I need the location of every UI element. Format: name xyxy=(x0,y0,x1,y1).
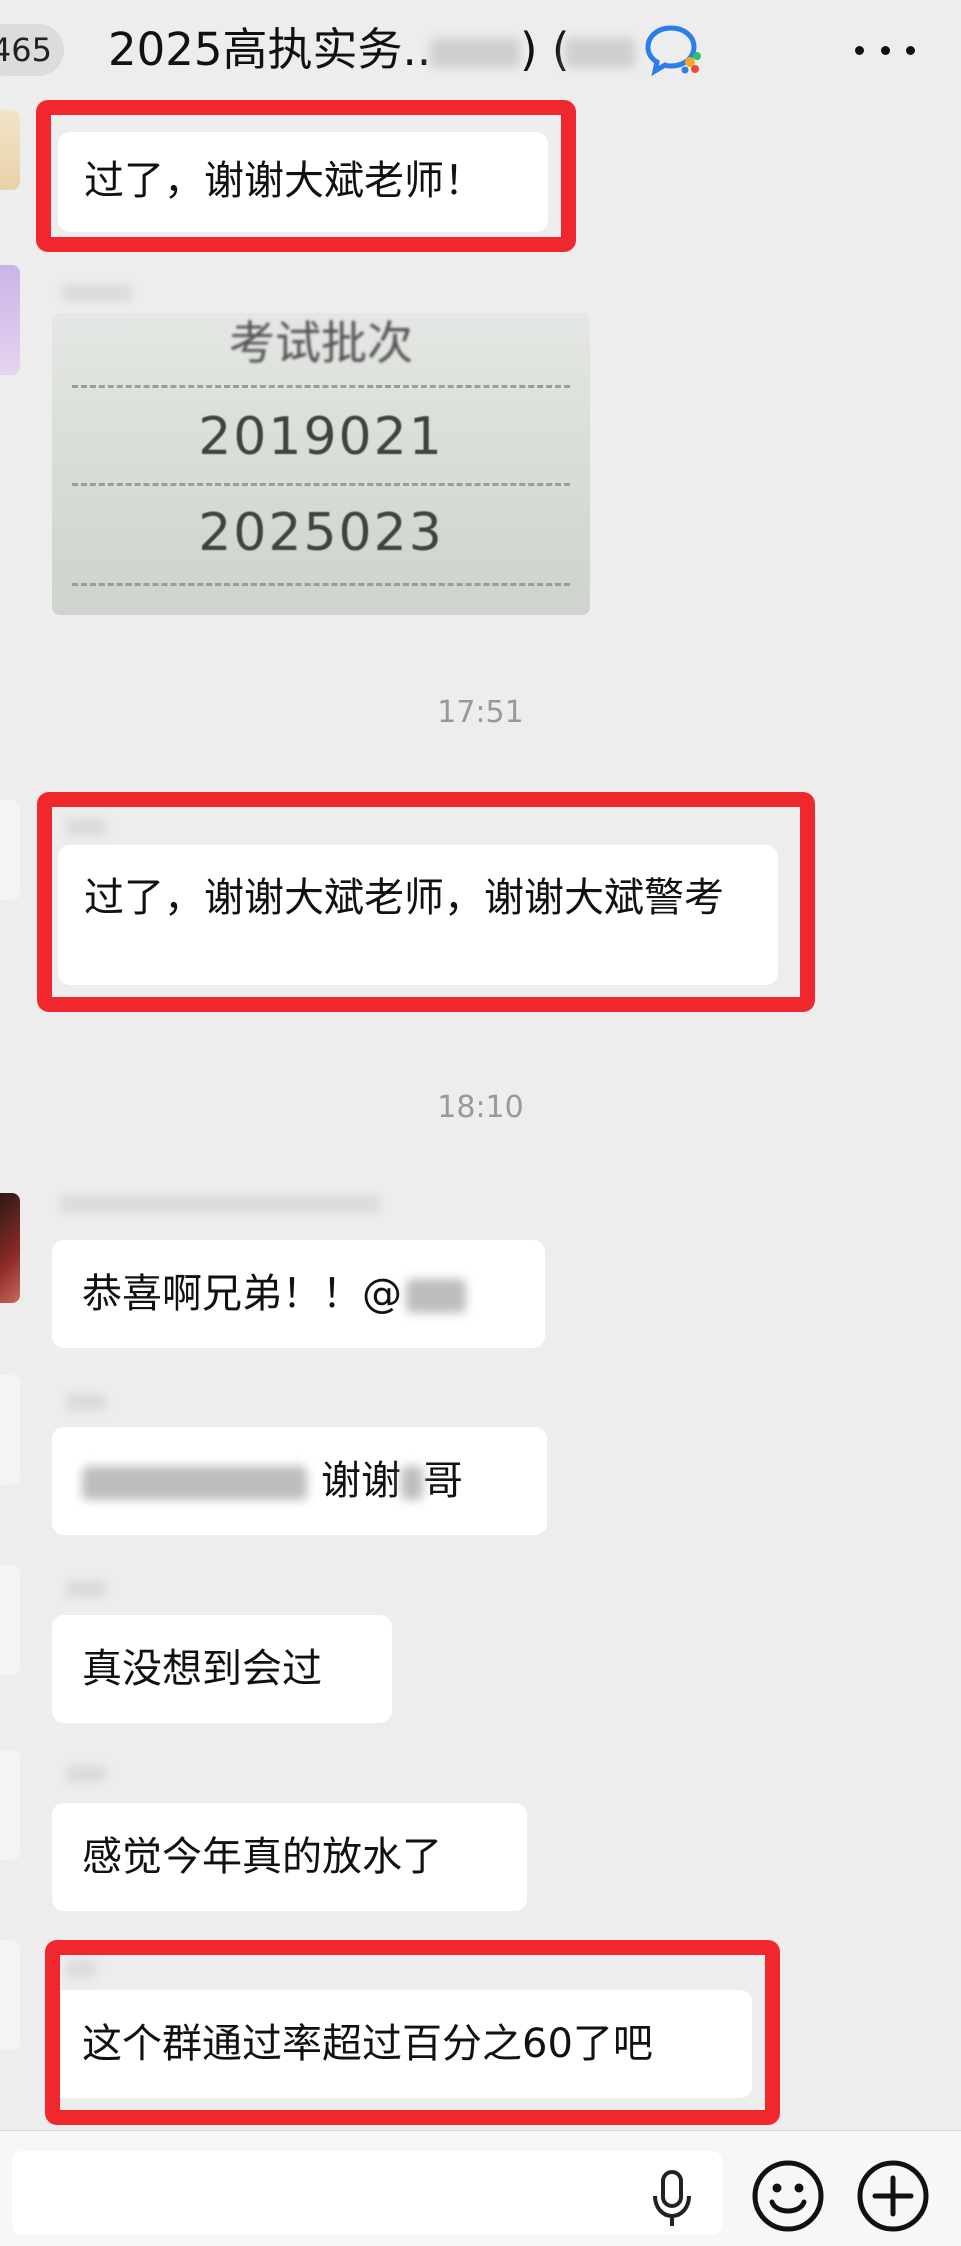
title-redacted-2 xyxy=(565,38,635,68)
sender-name xyxy=(66,1765,106,1783)
plus-circle-icon[interactable] xyxy=(855,2158,931,2234)
dashed-divider xyxy=(72,385,570,388)
image-header: 考试批次 xyxy=(229,316,413,370)
exam-batch-image[interactable]: 考试批次 2019021 2025023 xyxy=(52,313,590,615)
avatar[interactable] xyxy=(0,110,20,190)
message-text: 感觉今年真的放水了 xyxy=(82,1834,442,1880)
chat-title-tail: ) ( xyxy=(520,23,570,76)
timestamp: 18:10 xyxy=(437,1090,524,1125)
avatar[interactable] xyxy=(0,1375,20,1485)
avatar[interactable] xyxy=(0,1940,20,2050)
message-bubble: 感觉今年真的放水了 xyxy=(52,1803,527,1911)
title-redacted xyxy=(430,38,520,68)
avatar[interactable] xyxy=(0,800,20,900)
highlight-box xyxy=(36,100,576,252)
avatar[interactable] xyxy=(0,265,20,375)
message-bubble: 谢谢哥 xyxy=(52,1427,547,1535)
back-unread-badge[interactable]: 465 xyxy=(0,24,64,76)
mention-redacted xyxy=(406,1279,466,1313)
message-bubble: 真没想到会过 xyxy=(52,1615,392,1723)
name-redacted xyxy=(401,1466,423,1500)
chat-header: 465 2025高执实务.. ) ( xyxy=(0,0,961,110)
avatar[interactable] xyxy=(0,1565,20,1675)
sender-name xyxy=(66,1393,106,1411)
microphone-icon[interactable] xyxy=(650,2168,694,2230)
message-bubble: 恭喜啊兄弟！！@ xyxy=(52,1240,545,1348)
batch-value: 2019021 xyxy=(198,407,444,467)
emoji-smile-icon[interactable] xyxy=(750,2158,826,2234)
dashed-divider xyxy=(72,483,570,486)
avatar[interactable] xyxy=(0,1750,20,1860)
highlight-box xyxy=(37,792,815,1012)
sender-name xyxy=(60,1195,380,1213)
dashed-divider xyxy=(72,583,570,586)
sender-name xyxy=(66,1580,106,1598)
avatar[interactable] xyxy=(0,1193,20,1303)
message-input[interactable] xyxy=(12,2151,722,2235)
sender-name xyxy=(62,284,132,302)
text-redacted xyxy=(82,1466,307,1500)
message-text-tail: 哥 xyxy=(423,1458,463,1504)
highlight-box xyxy=(45,1940,780,2125)
wecom-chat-icon xyxy=(645,25,701,76)
timestamp: 17:51 xyxy=(437,695,524,730)
more-dots-icon[interactable] xyxy=(855,30,915,70)
message-text: 恭喜啊兄弟！！@ xyxy=(82,1271,402,1317)
message-text: 谢谢 xyxy=(321,1458,401,1504)
chat-title[interactable]: 2025高执实务.. xyxy=(108,20,431,80)
message-text: 真没想到会过 xyxy=(82,1646,322,1692)
batch-value: 2025023 xyxy=(198,503,444,563)
